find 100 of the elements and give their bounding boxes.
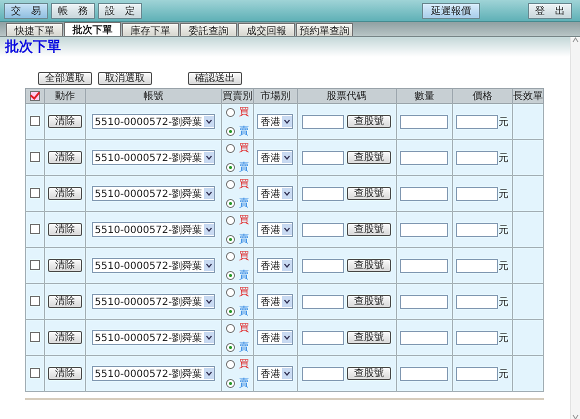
select-all-button[interactable]: 全部選取	[38, 72, 92, 85]
lookup-button[interactable]: 查股號	[347, 223, 392, 236]
market-dropdown[interactable]: 香港	[257, 366, 294, 381]
clear-button[interactable]: 清除	[48, 223, 82, 236]
row-checkbox[interactable]	[30, 296, 40, 306]
quantity-field[interactable]	[400, 114, 448, 128]
lookup-button[interactable]: 查股號	[347, 115, 392, 128]
tab[interactable]: 成交回報	[238, 23, 295, 36]
price-field[interactable]	[456, 222, 498, 236]
sell-label: 賣	[238, 232, 249, 246]
delayed-quote-button[interactable]: 延遲報價	[422, 2, 480, 18]
price-field[interactable]	[456, 150, 498, 164]
lookup-button[interactable]: 查股號	[347, 151, 392, 164]
account-dropdown[interactable]: 5510-0000572-劉舜葉	[92, 258, 215, 273]
clear-button[interactable]: 清除	[48, 187, 82, 200]
lookup-button[interactable]: 查股號	[347, 295, 392, 308]
row-checkbox[interactable]	[30, 368, 40, 378]
radio-button[interactable]	[226, 108, 235, 116]
radio-button[interactable]	[226, 288, 235, 296]
quantity-field[interactable]	[400, 294, 448, 308]
radio-button[interactable]	[226, 360, 235, 368]
lookup-button[interactable]: 查股號	[347, 187, 392, 200]
market-dropdown[interactable]: 香港	[257, 258, 294, 273]
scroll-down-icon[interactable]	[572, 414, 579, 419]
quantity-field[interactable]	[400, 150, 448, 164]
lookup-button[interactable]: 查股號	[347, 259, 392, 272]
account-dropdown[interactable]: 5510-0000572-劉舜葉	[92, 222, 215, 237]
clear-button[interactable]: 清除	[48, 259, 82, 272]
clear-button[interactable]: 清除	[48, 367, 82, 380]
radio-button[interactable]	[226, 306, 235, 316]
confirm-submit-button[interactable]: 確認送出	[188, 72, 242, 85]
tab[interactable]: 快捷下單	[6, 23, 63, 36]
row-checkbox[interactable]	[30, 152, 40, 162]
radio-button[interactable]	[226, 342, 235, 352]
select-all-checkbox[interactable]	[30, 90, 40, 101]
account-dropdown[interactable]: 5510-0000572-劉舜葉	[92, 294, 215, 309]
market-dropdown[interactable]: 香港	[257, 330, 294, 345]
row-checkbox[interactable]	[30, 116, 40, 126]
price-field[interactable]	[456, 258, 498, 272]
clear-button[interactable]: 清除	[48, 331, 82, 344]
quantity-field[interactable]	[400, 366, 448, 380]
row-checkbox[interactable]	[30, 188, 40, 198]
stock-code-field[interactable]	[302, 258, 344, 272]
logout-button[interactable]: 登 出	[528, 2, 572, 18]
radio-button[interactable]	[226, 198, 235, 208]
market-dropdown[interactable]: 香港	[257, 294, 294, 309]
menu-button[interactable]: 帳 務	[51, 2, 95, 18]
price-field[interactable]	[456, 186, 498, 200]
market-dropdown[interactable]: 香港	[257, 150, 294, 165]
account-dropdown[interactable]: 5510-0000572-劉舜葉	[92, 366, 215, 381]
radio-button[interactable]	[226, 180, 235, 188]
stock-code-field[interactable]	[302, 222, 344, 236]
stock-code-field[interactable]	[302, 150, 344, 164]
clear-button[interactable]: 清除	[48, 295, 82, 308]
scrollbar[interactable]	[570, 37, 580, 419]
radio-button[interactable]	[226, 216, 235, 224]
price-field[interactable]	[456, 330, 498, 344]
quantity-field[interactable]	[400, 330, 448, 344]
clear-button[interactable]: 清除	[48, 115, 82, 128]
radio-button[interactable]	[226, 144, 235, 152]
stock-code-field[interactable]	[302, 330, 344, 344]
market-dropdown[interactable]: 香港	[257, 222, 294, 237]
radio-button[interactable]	[226, 126, 235, 136]
menu-button[interactable]: 設 定	[98, 2, 142, 18]
radio-button[interactable]	[226, 324, 235, 332]
row-checkbox[interactable]	[30, 260, 40, 270]
price-field[interactable]	[456, 294, 498, 308]
radio-button[interactable]	[226, 252, 235, 260]
market-dropdown[interactable]: 香港	[257, 186, 294, 201]
tab[interactable]: 庫存下單	[122, 23, 179, 36]
tab[interactable]: 批次下單	[64, 22, 121, 36]
caret-icon	[282, 224, 292, 235]
radio-button[interactable]	[226, 234, 235, 244]
row-checkbox[interactable]	[30, 332, 40, 342]
account-dropdown[interactable]: 5510-0000572-劉舜葉	[92, 114, 215, 129]
market-dropdown[interactable]: 香港	[257, 114, 294, 129]
lookup-button[interactable]: 查股號	[347, 331, 392, 344]
price-field[interactable]	[456, 366, 498, 380]
clear-button[interactable]: 清除	[48, 151, 82, 164]
deselect-all-button[interactable]: 取消選取	[98, 72, 152, 85]
radio-button[interactable]	[226, 162, 235, 172]
account-dropdown[interactable]: 5510-0000572-劉舜葉	[92, 150, 215, 165]
scroll-up-icon[interactable]	[572, 37, 579, 43]
quantity-field[interactable]	[400, 222, 448, 236]
tab[interactable]: 委託查詢	[180, 23, 237, 36]
quantity-field[interactable]	[400, 258, 448, 272]
quantity-field[interactable]	[400, 186, 448, 200]
menu-button[interactable]: 交 易	[4, 2, 48, 18]
price-field[interactable]	[456, 114, 498, 128]
stock-code-field[interactable]	[302, 294, 344, 308]
account-dropdown[interactable]: 5510-0000572-劉舜葉	[92, 186, 215, 201]
stock-code-field[interactable]	[302, 186, 344, 200]
stock-code-field[interactable]	[302, 114, 344, 128]
stock-code-field[interactable]	[302, 366, 344, 380]
tab[interactable]: 預約單查詢	[296, 23, 353, 36]
lookup-button[interactable]: 查股號	[347, 367, 392, 380]
radio-button[interactable]	[226, 270, 235, 280]
radio-button[interactable]	[226, 378, 235, 388]
account-dropdown[interactable]: 5510-0000572-劉舜葉	[92, 330, 215, 345]
row-checkbox[interactable]	[30, 224, 40, 234]
